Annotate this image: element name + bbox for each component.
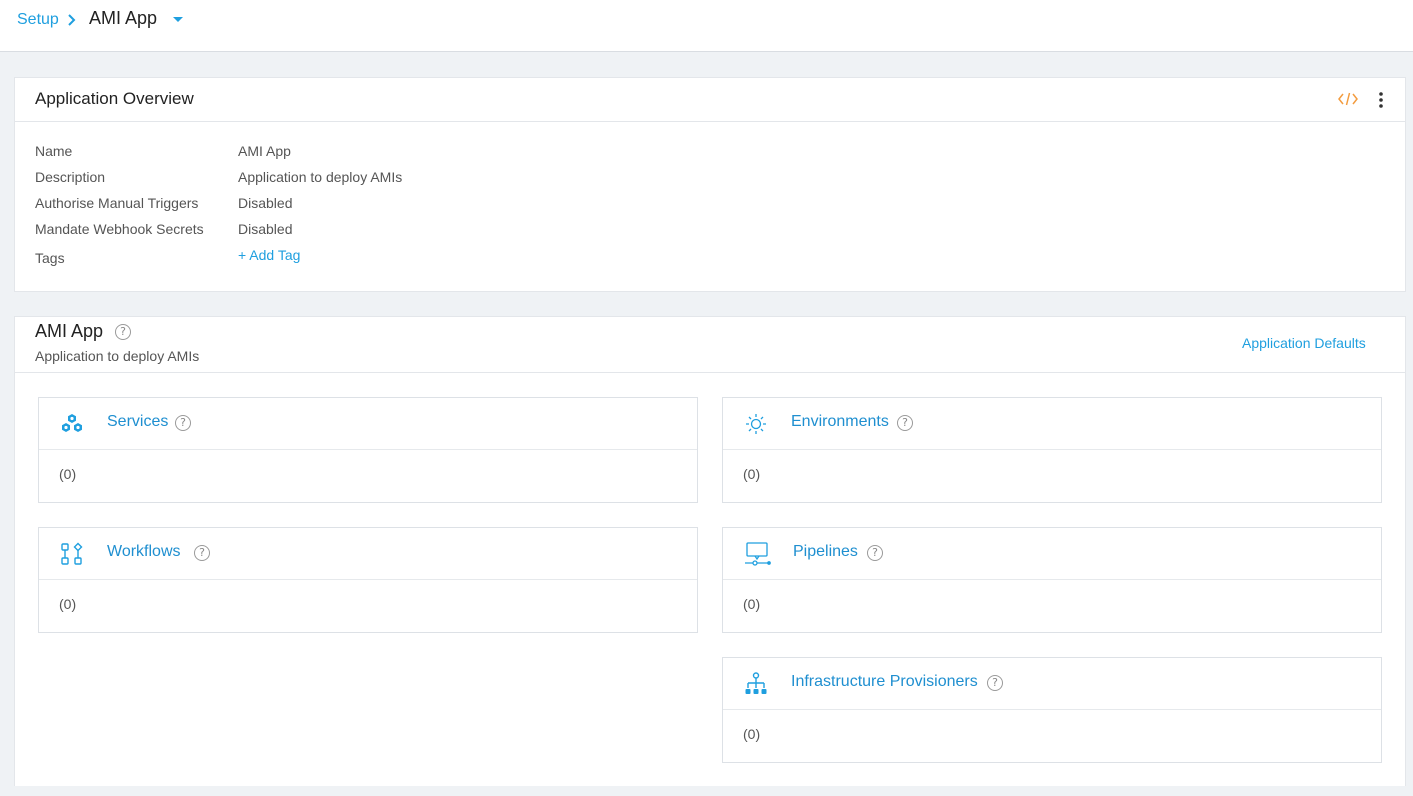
environments-icon bbox=[746, 414, 766, 434]
environments-card-header: Environments ? bbox=[723, 398, 1381, 450]
workflows-card: Workflows ? (0) bbox=[38, 527, 698, 633]
pipelines-card: Pipelines ? (0) bbox=[722, 527, 1382, 633]
app-switcher-caret-icon[interactable] bbox=[173, 17, 183, 22]
pipelines-title[interactable]: Pipelines bbox=[793, 543, 858, 561]
services-card: Services ? (0) bbox=[38, 397, 698, 503]
top-bar: Setup AMI App bbox=[0, 0, 1413, 52]
provisioners-help-icon[interactable]: ? bbox=[987, 675, 1003, 691]
application-overview-panel: Application Overview Name AMI App Descri… bbox=[14, 77, 1406, 292]
field-label-tags: Tags bbox=[35, 250, 65, 266]
field-value-name: AMI App bbox=[238, 143, 291, 159]
environments-card: Environments ? (0) bbox=[722, 397, 1382, 503]
workflows-help-icon[interactable]: ? bbox=[194, 545, 210, 561]
chevron-right-icon bbox=[68, 14, 76, 26]
field-label-description: Description bbox=[35, 169, 106, 185]
provisioners-title[interactable]: Infrastructure Provisioners bbox=[791, 673, 978, 691]
provisioners-card-header: Infrastructure Provisioners ? bbox=[723, 658, 1381, 710]
overview-title: Application Overview bbox=[35, 89, 194, 108]
field-label-name: Name bbox=[35, 143, 73, 159]
pipelines-icon bbox=[745, 542, 771, 566]
more-options-icon[interactable] bbox=[1375, 90, 1387, 110]
field-value-manual-triggers: Disabled bbox=[238, 195, 293, 211]
pipelines-card-header: Pipelines ? bbox=[723, 528, 1381, 580]
workflows-count: (0) bbox=[59, 596, 77, 612]
infrastructure-provisioners-card: Infrastructure Provisioners ? (0) bbox=[722, 657, 1382, 763]
services-icon bbox=[62, 414, 82, 432]
workflows-icon bbox=[61, 542, 83, 565]
field-label-webhook-secrets: Mandate Webhook Secrets bbox=[35, 221, 204, 237]
services-help-icon[interactable]: ? bbox=[175, 415, 191, 431]
environments-count: (0) bbox=[743, 466, 761, 482]
help-icon[interactable]: ? bbox=[115, 324, 131, 340]
breadcrumb-current-app: AMI App bbox=[89, 8, 158, 28]
application-defaults-link[interactable]: Application Defaults bbox=[1242, 335, 1366, 351]
code-icon[interactable] bbox=[1337, 90, 1359, 108]
services-count: (0) bbox=[59, 466, 77, 482]
workflows-title[interactable]: Workflows bbox=[107, 543, 181, 561]
provisioners-count: (0) bbox=[743, 726, 761, 742]
environments-title[interactable]: Environments bbox=[791, 413, 889, 431]
workflows-card-header: Workflows ? bbox=[39, 528, 697, 580]
breadcrumb-setup-link[interactable]: Setup bbox=[17, 11, 59, 29]
pipelines-count: (0) bbox=[743, 596, 761, 612]
pipelines-help-icon[interactable]: ? bbox=[867, 545, 883, 561]
app-description: Application to deploy AMIs bbox=[35, 348, 200, 364]
app-details-panel: AMI App ? Application to deploy AMIs App… bbox=[14, 316, 1406, 786]
services-title[interactable]: Services bbox=[107, 413, 168, 431]
field-label-manual-triggers: Authorise Manual Triggers bbox=[35, 195, 199, 211]
services-card-header: Services ? bbox=[39, 398, 697, 450]
environments-help-icon[interactable]: ? bbox=[897, 415, 913, 431]
app-header: AMI App ? Application to deploy AMIs App… bbox=[15, 317, 1405, 373]
field-value-webhook-secrets: Disabled bbox=[238, 221, 293, 237]
app-title: AMI App bbox=[35, 321, 104, 341]
provisioners-icon bbox=[745, 672, 767, 694]
field-value-description: Application to deploy AMIs bbox=[238, 169, 403, 185]
overview-header: Application Overview bbox=[15, 78, 1405, 122]
add-tag-link[interactable]: + Add Tag bbox=[238, 247, 300, 263]
